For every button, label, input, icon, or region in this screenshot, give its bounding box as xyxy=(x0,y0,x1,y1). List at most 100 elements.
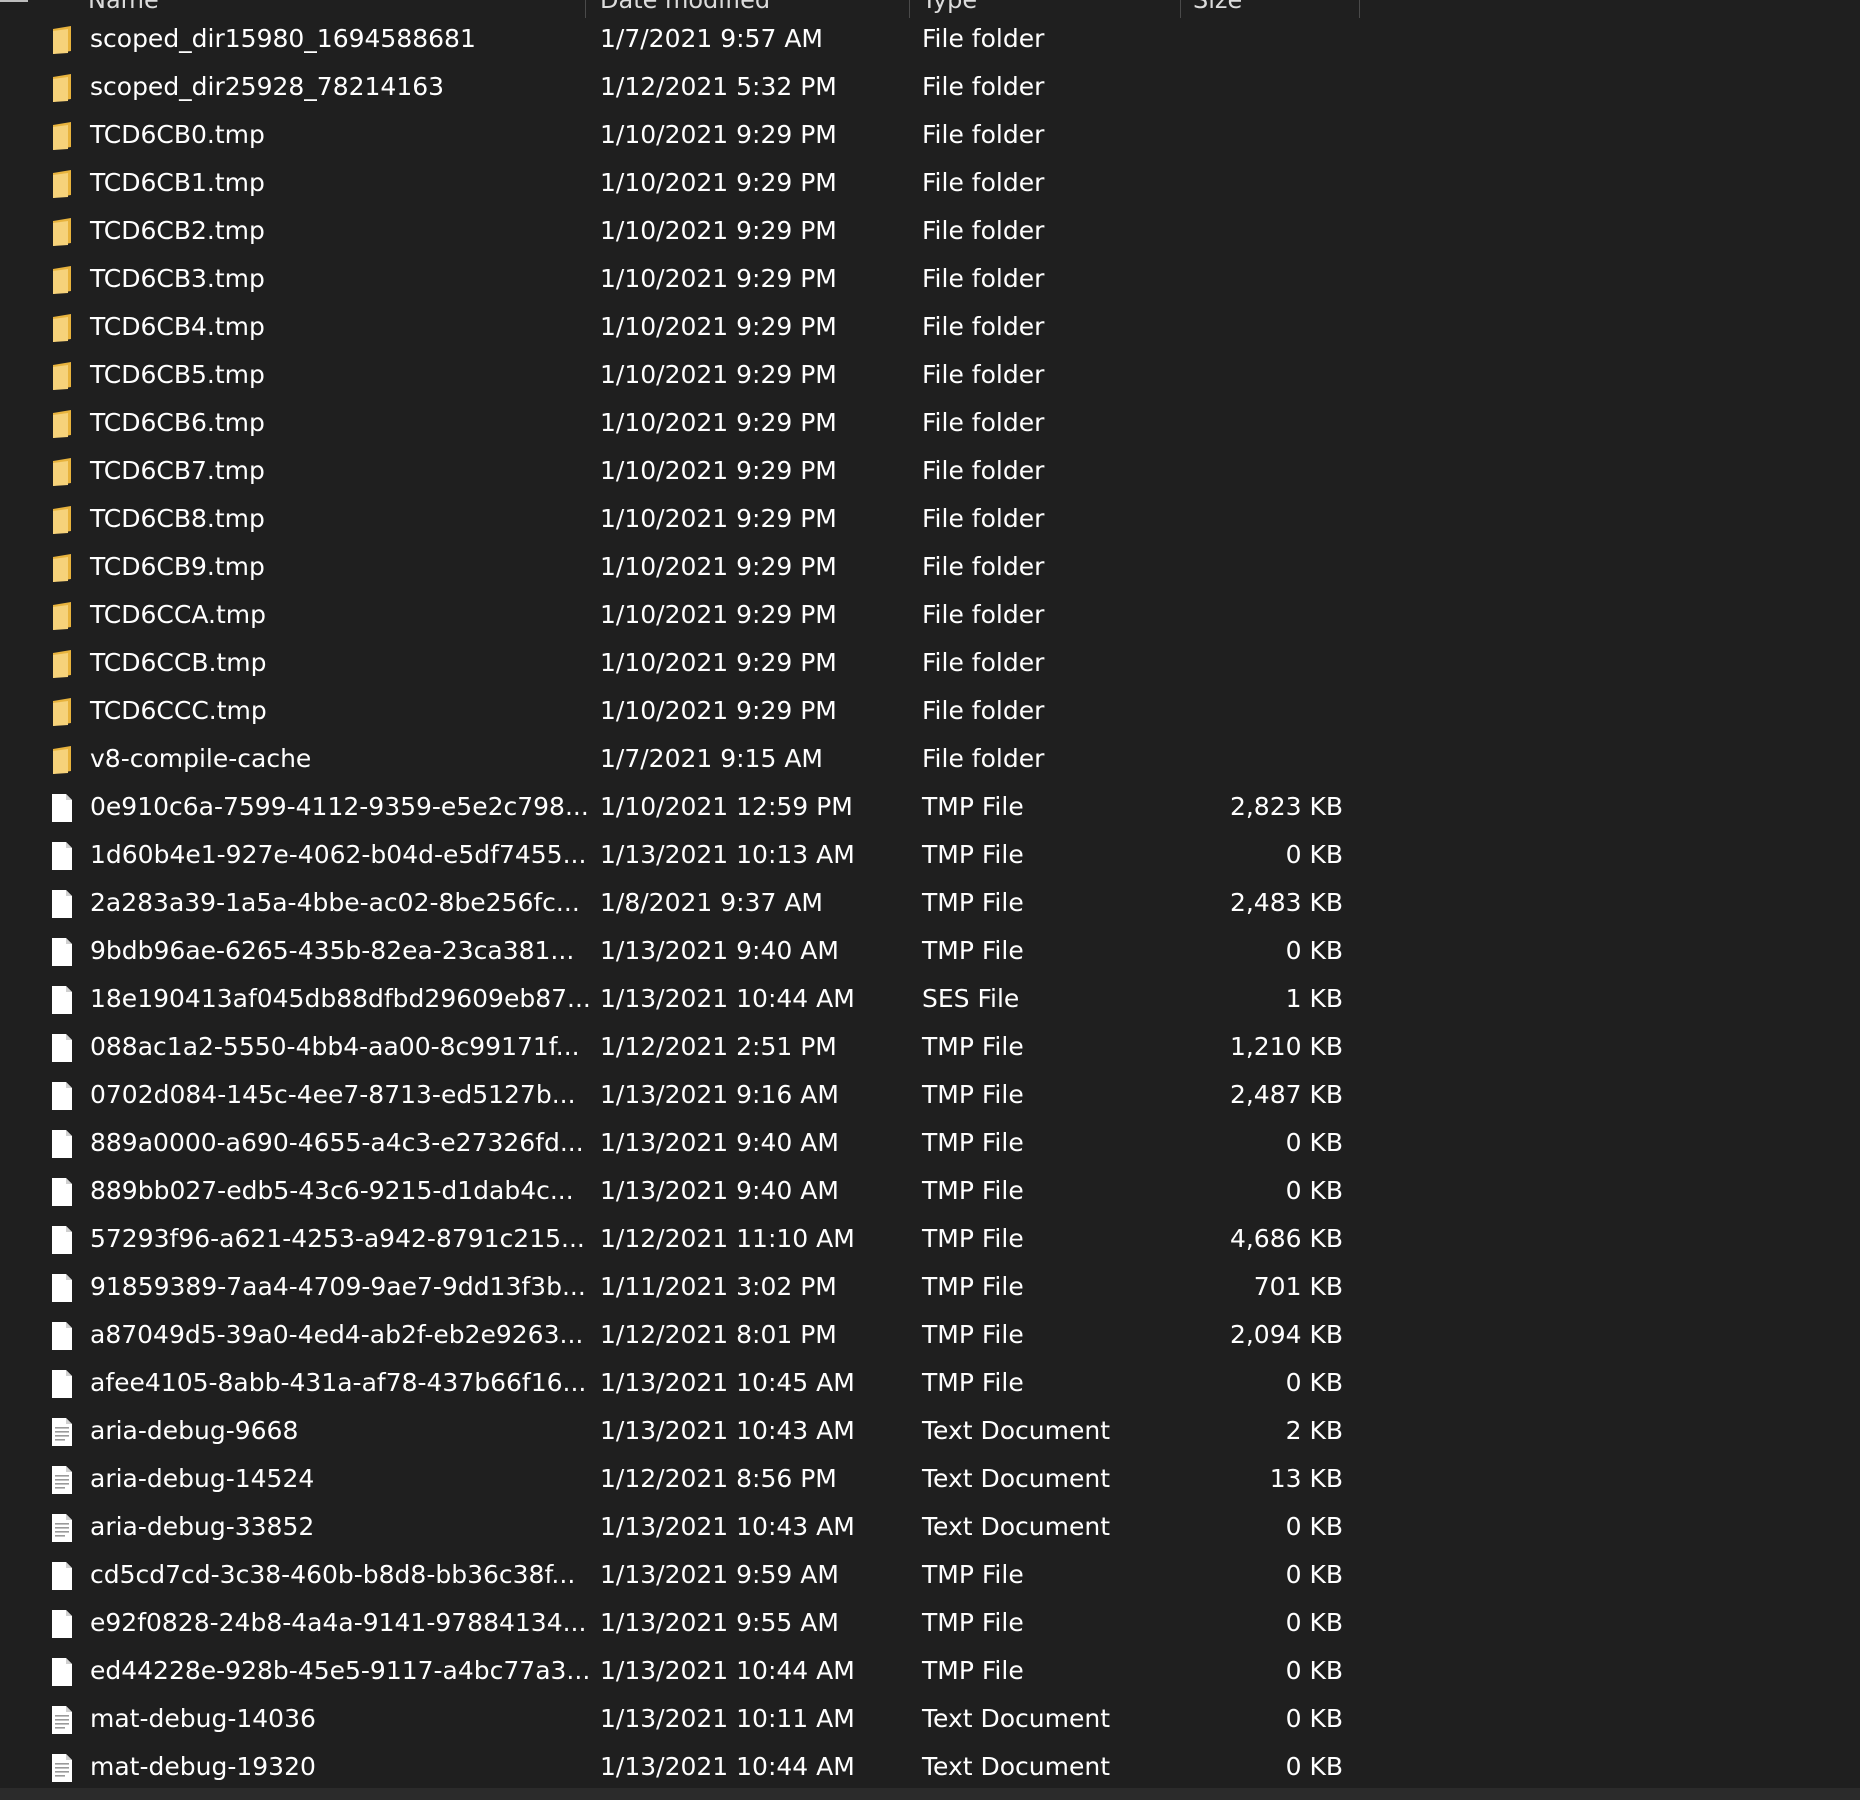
file-date-modified: 1/13/2021 10:44 AM xyxy=(600,984,855,1013)
file-row[interactable]: 1d60b4e1-927e-4062-b04d-e5df7455... 1/13/… xyxy=(0,834,1860,882)
file-icon xyxy=(51,1657,73,1687)
file-row[interactable]: 91859389-7aa4-4709-9ae7-9dd13f3b... 1/11/… xyxy=(0,1266,1860,1314)
file-row[interactable]: 57293f96-a621-4253-a942-8791c215... 1/12/… xyxy=(0,1218,1860,1266)
file-type: TMP File xyxy=(922,792,1024,821)
folder-icon xyxy=(51,697,73,727)
file-row[interactable]: TCD6CB9.tmp 1/10/2021 9:29 PM File folder xyxy=(0,546,1860,594)
file-type: File folder xyxy=(922,264,1045,293)
file-date-modified: 1/13/2021 9:40 AM xyxy=(600,1128,839,1157)
file-name: 889bb027-edb5-43c6-9215-d1dab4c... xyxy=(90,1176,574,1205)
file-size xyxy=(1180,114,1343,162)
file-row[interactable]: 088ac1a2-5550-4bb4-aa00-8c99171f... 1/12/… xyxy=(0,1026,1860,1074)
file-icon xyxy=(51,841,73,871)
file-row[interactable]: mat-debug-19320 1/13/2021 10:44 AM Text Do… xyxy=(0,1746,1860,1794)
file-type: TMP File xyxy=(922,1608,1024,1637)
file-row[interactable]: TCD6CB0.tmp 1/10/2021 9:29 PM File folder xyxy=(0,114,1860,162)
file-size: 0 KB xyxy=(1285,840,1343,869)
file-date-modified: 1/12/2021 5:32 PM xyxy=(600,72,837,101)
file-row[interactable]: e92f0828-24b8-4a4a-9141-97884134... 1/13/… xyxy=(0,1602,1860,1650)
folder-icon xyxy=(51,265,73,295)
file-row[interactable]: TCD6CB5.tmp 1/10/2021 9:29 PM File folder xyxy=(0,354,1860,402)
file-row[interactable]: scoped_dir15980_1694588681 1/7/2021 9:57 … xyxy=(0,18,1860,66)
file-row[interactable]: 889bb027-edb5-43c6-9215-d1dab4c... 1/13/2… xyxy=(0,1170,1860,1218)
file-name: TCD6CB1.tmp xyxy=(90,168,265,197)
file-name: scoped_dir25928_78214163 xyxy=(90,72,445,101)
file-row[interactable]: cd5cd7cd-3c38-460b-b8d8-bb36c38f... 1/13/… xyxy=(0,1554,1860,1602)
file-row[interactable]: TCD6CB3.tmp 1/10/2021 9:29 PM File folder xyxy=(0,258,1860,306)
file-row[interactable]: TCD6CCA.tmp 1/10/2021 9:29 PM File folder xyxy=(0,594,1860,642)
file-row[interactable]: TCD6CB2.tmp 1/10/2021 9:29 PM File folder xyxy=(0,210,1860,258)
column-divider[interactable] xyxy=(1180,0,1181,18)
file-icon xyxy=(51,1177,73,1207)
file-row[interactable]: aria-debug-33852 1/13/2021 10:43 AM Text D… xyxy=(0,1506,1860,1554)
file-row[interactable]: ed44228e-928b-45e5-9117-a4bc77a3... 1/13/… xyxy=(0,1650,1860,1698)
file-row[interactable]: aria-debug-9668 1/13/2021 10:43 AM Text Do… xyxy=(0,1410,1860,1458)
file-size xyxy=(1180,162,1343,210)
column-divider[interactable] xyxy=(585,0,586,18)
file-row[interactable]: TCD6CB7.tmp 1/10/2021 9:29 PM File folder xyxy=(0,450,1860,498)
file-date-modified: 1/12/2021 11:10 AM xyxy=(600,1224,855,1253)
file-icon xyxy=(51,1129,73,1159)
file-type: Text Document xyxy=(922,1752,1111,1781)
file-icon xyxy=(51,985,73,1015)
file-type: Text Document xyxy=(922,1416,1111,1445)
column-divider[interactable] xyxy=(1359,0,1360,18)
file-type: File folder xyxy=(922,312,1045,341)
file-date-modified: 1/10/2021 9:29 PM xyxy=(600,360,837,389)
file-name: a87049d5-39a0-4ed4-ab2f-eb2e9263... xyxy=(90,1320,584,1349)
file-type: File folder xyxy=(922,120,1045,149)
file-icon xyxy=(51,1609,73,1639)
file-row[interactable]: 9bdb96ae-6265-435b-82ea-23ca381... 1/13/2… xyxy=(0,930,1860,978)
file-type: TMP File xyxy=(922,1560,1024,1589)
file-row[interactable]: mat-debug-14036 1/13/2021 10:11 AM Text Do… xyxy=(0,1698,1860,1746)
file-row[interactable]: 18e190413af045db88dfbd29609eb87... 1/13/2… xyxy=(0,978,1860,1026)
file-row[interactable]: 0e910c6a-7599-4112-9359-e5e2c798... 1/10/… xyxy=(0,786,1860,834)
file-size: 2 KB xyxy=(1285,1416,1343,1445)
horizontal-scrollbar[interactable] xyxy=(0,1788,1860,1800)
file-name: TCD6CB3.tmp xyxy=(90,264,265,293)
file-size: 0 KB xyxy=(1285,1368,1343,1397)
file-type: TMP File xyxy=(922,1032,1024,1061)
file-icon xyxy=(51,1225,73,1255)
file-row[interactable]: scoped_dir25928_78214163 1/12/2021 5:32 P… xyxy=(0,66,1860,114)
file-row[interactable]: TCD6CB4.tmp 1/10/2021 9:29 PM File folder xyxy=(0,306,1860,354)
file-date-modified: 1/10/2021 9:29 PM xyxy=(600,120,837,149)
column-header-name[interactable]: Name xyxy=(88,0,159,14)
file-size: 0 KB xyxy=(1285,1656,1343,1685)
file-date-modified: 1/13/2021 10:13 AM xyxy=(600,840,855,869)
file-row[interactable]: TCD6CB6.tmp 1/10/2021 9:29 PM File folder xyxy=(0,402,1860,450)
column-header-date[interactable]: Date modified xyxy=(600,0,770,14)
file-row[interactable]: aria-debug-14524 1/12/2021 8:56 PM Text Do… xyxy=(0,1458,1860,1506)
file-name: TCD6CB7.tmp xyxy=(90,456,265,485)
file-row[interactable]: a87049d5-39a0-4ed4-ab2f-eb2e9263... 1/12/… xyxy=(0,1314,1860,1362)
file-date-modified: 1/10/2021 9:29 PM xyxy=(600,504,837,533)
file-date-modified: 1/13/2021 10:43 AM xyxy=(600,1416,855,1445)
file-name: TCD6CB8.tmp xyxy=(90,504,265,533)
file-row[interactable]: v8-compile-cache 1/7/2021 9:15 AM File fol… xyxy=(0,738,1860,786)
file-icon xyxy=(51,889,73,919)
folder-icon xyxy=(51,169,73,199)
column-header-size[interactable]: Size xyxy=(1193,0,1242,14)
file-row[interactable]: TCD6CCB.tmp 1/10/2021 9:29 PM File folder xyxy=(0,642,1860,690)
file-size: 0 KB xyxy=(1285,1512,1343,1541)
column-header-type[interactable]: Type xyxy=(922,0,977,14)
file-row[interactable]: TCD6CCC.tmp 1/10/2021 9:29 PM File folder xyxy=(0,690,1860,738)
column-divider[interactable] xyxy=(909,0,910,18)
file-date-modified: 1/10/2021 9:29 PM xyxy=(600,600,837,629)
file-name: TCD6CB4.tmp xyxy=(90,312,265,341)
file-row[interactable]: 889a0000-a690-4655-a4c3-e27326fd... 1/13/… xyxy=(0,1122,1860,1170)
file-row[interactable]: afee4105-8abb-431a-af78-437b66f16... 1/13… xyxy=(0,1362,1860,1410)
file-icon xyxy=(51,1561,73,1591)
file-size: 2,823 KB xyxy=(1229,792,1343,821)
folder-icon xyxy=(51,313,73,343)
file-row[interactable]: TCD6CB8.tmp 1/10/2021 9:29 PM File folder xyxy=(0,498,1860,546)
file-row[interactable]: 2a283a39-1a5a-4bbe-ac02-8be256fc... 1/8/2… xyxy=(0,882,1860,930)
file-size xyxy=(1180,642,1343,690)
file-row[interactable]: 0702d084-145c-4ee7-8713-ed5127b... 1/13/2… xyxy=(0,1074,1860,1122)
column-header: Name Date modified Type Size xyxy=(0,0,1860,18)
file-row[interactable]: TCD6CB1.tmp 1/10/2021 9:29 PM File folder xyxy=(0,162,1860,210)
file-size xyxy=(1180,546,1343,594)
file-icon xyxy=(51,1321,73,1351)
file-name: 0702d084-145c-4ee7-8713-ed5127b... xyxy=(90,1080,576,1109)
file-size xyxy=(1180,498,1343,546)
